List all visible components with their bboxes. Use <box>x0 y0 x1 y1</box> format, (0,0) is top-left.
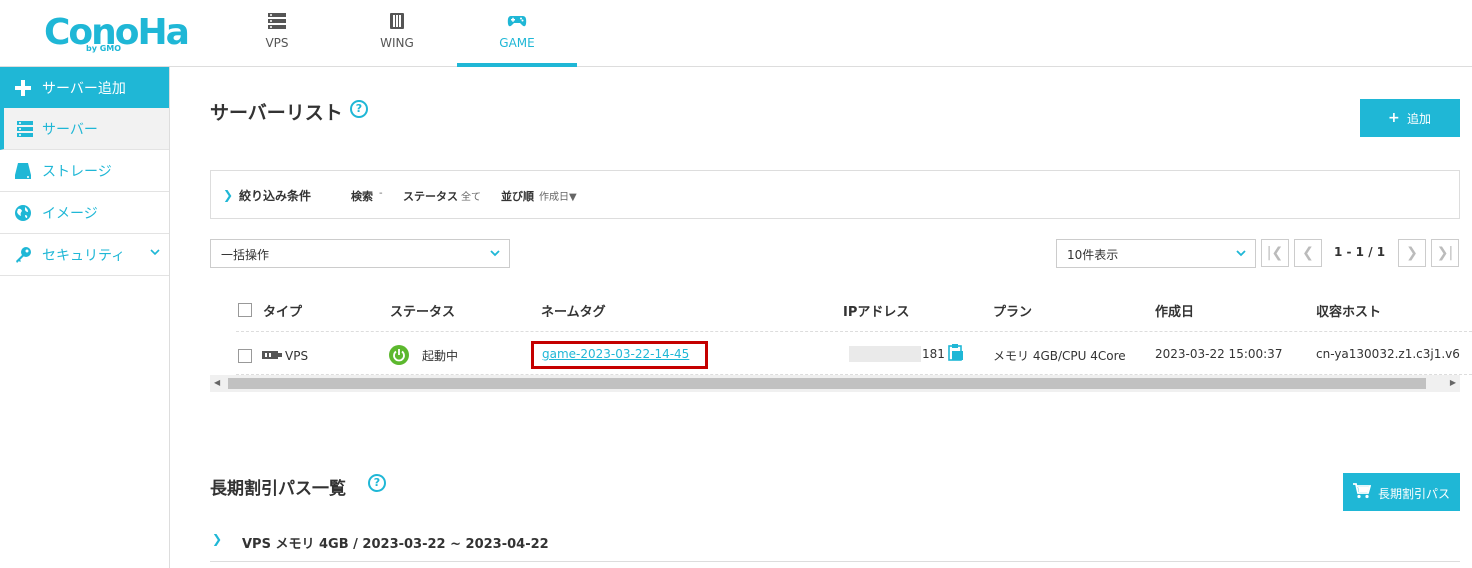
tab-vps[interactable]: VPS <box>217 0 337 67</box>
add-button-label: 追加 <box>1407 112 1432 126</box>
column-header-type[interactable]: タイプ <box>263 301 302 320</box>
column-header-created[interactable]: 作成日 <box>1155 301 1194 320</box>
vps-type-icon <box>262 351 282 359</box>
sidebar-item-label: ストレージ <box>42 164 112 180</box>
storage-icon <box>15 163 31 179</box>
scroll-left-arrow-icon[interactable]: ◀ <box>214 378 220 387</box>
filter-status-value: 全て <box>461 192 481 203</box>
sidebar-item-label: イメージ <box>42 206 98 222</box>
pass-list-item[interactable]: ❯ VPS メモリ 4GB / 2023-03-22 ~ 2023-04-22 <box>210 520 1460 562</box>
sidebar-item-label: セキュリティ <box>42 248 126 264</box>
row-created: 2023-03-22 15:00:37 <box>1155 347 1283 361</box>
page-title: サーバーリスト <box>210 102 343 124</box>
pass-button-label: 長期割引パス <box>1378 487 1451 501</box>
nametag-highlight-box: game-2023-03-22-14-45 <box>531 341 708 369</box>
chevron-down-icon <box>150 249 160 256</box>
pagination-info: 1 - 1 / 1 <box>1334 245 1386 259</box>
sidebar-item-image[interactable]: イメージ <box>0 192 169 234</box>
sidebar-item-server[interactable]: サーバー <box>0 108 169 150</box>
row-type: VPS <box>285 349 309 363</box>
select-all-checkbox[interactable] <box>238 303 252 317</box>
cart-icon <box>1353 483 1371 499</box>
sidebar-item-add-server[interactable]: サーバー追加 <box>0 67 169 109</box>
row-ip-suffix: 181 <box>922 347 945 361</box>
tab-wing-label: WING <box>380 36 414 50</box>
help-icon[interactable]: ? <box>350 100 368 118</box>
chevron-right-icon: ❯ <box>212 532 223 546</box>
column-header-ip[interactable]: IPアドレス <box>843 301 909 320</box>
add-server-button[interactable]: + 追加 <box>1360 99 1460 137</box>
first-page-button[interactable]: |❮ <box>1261 239 1289 267</box>
last-page-button[interactable]: ❯| <box>1431 239 1459 267</box>
server-icon <box>17 121 33 137</box>
tab-game-label: GAME <box>499 36 535 50</box>
row-host: cn-ya130032.z1.c3j1.v6 <box>1316 347 1460 361</box>
server-rack-icon <box>268 13 286 29</box>
filter-sort-value: 作成日▼ <box>539 192 577 203</box>
scrollbar-thumb[interactable] <box>228 378 1426 389</box>
help-icon[interactable]: ? <box>368 474 386 492</box>
sidebar-item-label: サーバー追加 <box>42 81 126 97</box>
globe-icon <box>15 205 31 221</box>
prev-page-button[interactable]: ❮ <box>1294 239 1322 267</box>
filter-panel[interactable]: ❯ 絞り込み条件 検索 - ステータス 全て 並び順 作成日▼ <box>210 170 1460 219</box>
sidebar-item-storage[interactable]: ストレージ <box>0 150 169 192</box>
key-icon <box>16 247 31 263</box>
chevron-down-icon <box>1236 250 1246 257</box>
tab-vps-label: VPS <box>265 36 289 50</box>
column-header-nametag[interactable]: ネームタグ <box>541 301 606 320</box>
bulk-action-select[interactable]: 一括操作 <box>210 239 510 268</box>
bulk-action-value: 一括操作 <box>221 248 270 262</box>
wing-server-icon <box>390 13 404 29</box>
filter-search-value: - <box>379 188 383 199</box>
column-header-host[interactable]: 収容ホスト <box>1316 301 1381 320</box>
header-divider <box>236 331 1472 332</box>
chevron-right-icon: ❯ <box>223 188 234 202</box>
row-checkbox[interactable] <box>238 349 252 363</box>
pass-item-label: VPS メモリ 4GB / 2023-03-22 ~ 2023-04-22 <box>242 537 549 552</box>
row-status: 起動中 <box>422 349 459 363</box>
column-header-status[interactable]: ステータス <box>390 301 455 320</box>
per-page-value: 10件表示 <box>1067 248 1119 262</box>
filter-title: 絞り込み条件 <box>239 189 312 203</box>
filter-search-key: 検索 <box>351 190 373 203</box>
next-page-button[interactable]: ❯ <box>1398 239 1426 267</box>
row-plan: メモリ 4GB/CPU 4Core <box>993 349 1126 363</box>
plus-icon <box>15 80 31 96</box>
long-term-pass-button[interactable]: 長期割引パス <box>1343 473 1460 511</box>
logo-sub: by GMO <box>86 44 122 53</box>
chevron-down-icon <box>490 250 500 257</box>
power-on-icon <box>389 345 409 365</box>
per-page-select[interactable]: 10件表示 <box>1056 239 1256 268</box>
sidebar-item-security[interactable]: セキュリティ <box>0 234 169 276</box>
filter-sort-key: 並び順 <box>501 190 534 203</box>
sidebar: サーバー追加 サーバー ストレージ イメージ セキュリティ <box>0 67 170 568</box>
filter-status-key: ステータス <box>403 190 458 203</box>
clipboard-copy-icon[interactable] <box>948 343 964 361</box>
plus-icon: + <box>1388 110 1400 126</box>
nametag-link[interactable]: game-2023-03-22-14-45 <box>542 347 689 361</box>
table-horizontal-scrollbar[interactable]: ◀ ▶ <box>210 375 1460 392</box>
tab-game[interactable]: GAME <box>457 0 577 67</box>
column-header-plan[interactable]: プラン <box>993 301 1032 320</box>
gamepad-icon <box>507 16 527 27</box>
ip-address-redacted <box>849 346 921 362</box>
pass-section-title: 長期割引パス一覧 <box>210 479 346 499</box>
top-header: ConoHa by GMO VPS WING GAME <box>0 0 1472 67</box>
tab-wing[interactable]: WING <box>337 0 457 67</box>
sidebar-item-label: サーバー <box>42 122 98 138</box>
scroll-right-arrow-icon[interactable]: ▶ <box>1450 378 1456 387</box>
